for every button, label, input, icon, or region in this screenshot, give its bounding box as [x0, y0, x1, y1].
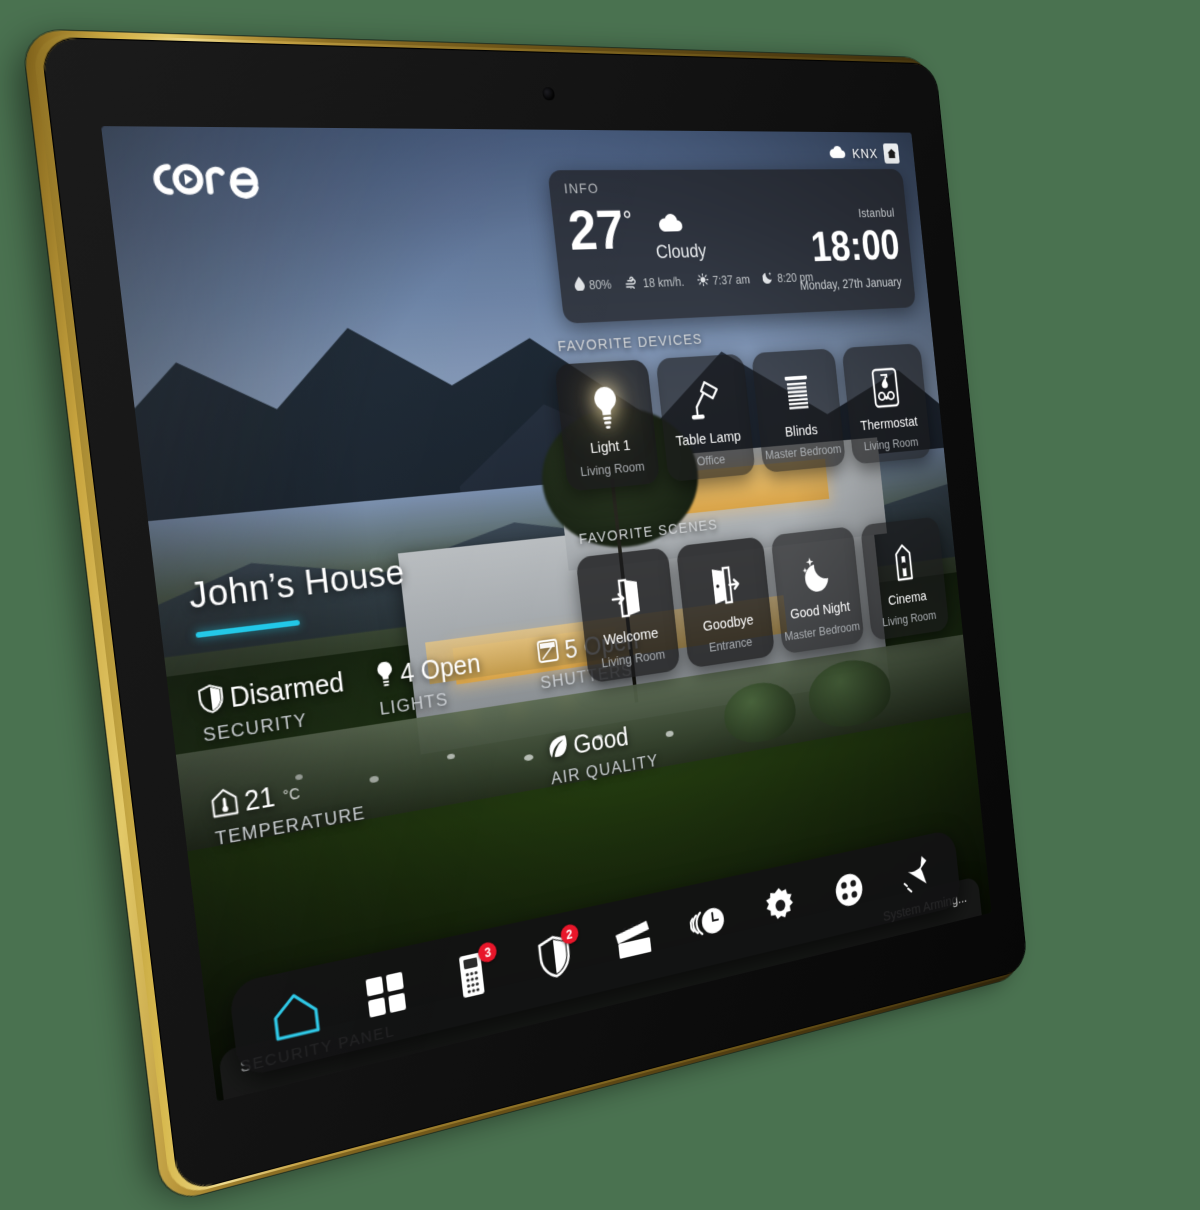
door-exit-icon	[707, 561, 742, 611]
leaf-icon	[546, 733, 569, 766]
title-accent-rule	[195, 620, 300, 638]
city-label: Istanbul	[858, 206, 896, 220]
clock-time: 18:00	[809, 224, 901, 268]
scene-tile-goodbye[interactable]: Goodbye Entrance	[676, 536, 775, 668]
scene-tile-room: Entrance	[708, 634, 753, 655]
grid-icon	[363, 969, 409, 1025]
bulb-icon	[374, 660, 396, 695]
weather-condition-icon	[657, 213, 685, 238]
device-tile-room: Living Room	[863, 434, 919, 453]
scene-tile-good-night[interactable]: Good Night Master Bedroom	[771, 526, 865, 654]
wind-stat: 18 km/h.	[625, 274, 685, 292]
device-tile-table-lamp[interactable]: Table Lamp Office	[655, 354, 755, 482]
status-temperature-value: 21	[243, 781, 277, 818]
blinds-icon	[782, 371, 814, 418]
scene-tile-name: Welcome	[603, 626, 659, 650]
dock-item-rooms[interactable]	[357, 964, 416, 1031]
degree-symbol: °	[622, 205, 634, 235]
scene-tile-name: Good Night	[790, 600, 851, 624]
device-tile-blinds[interactable]: Blinds Master Bedroom	[751, 348, 846, 473]
scene-tile-welcome[interactable]: Welcome Living Room	[576, 547, 681, 683]
device-tile-name: Light 1	[590, 438, 632, 458]
sun-icon	[697, 273, 710, 289]
page-title: John’s House	[186, 552, 406, 617]
scene-tile-name: Goodbye	[702, 613, 754, 636]
dock-item-vacuum[interactable]	[827, 863, 872, 920]
bulb-on-icon	[590, 383, 622, 433]
cloud-icon	[828, 145, 847, 163]
device-tile-room: Office	[696, 451, 726, 468]
bell-icon	[898, 852, 932, 901]
door-enter-icon	[608, 572, 645, 623]
house-box-icon[interactable]	[883, 143, 900, 163]
favorite-devices-list: Light 1 Living Room Table Lamp Office	[554, 343, 931, 491]
device-tile-name: Table Lamp	[675, 429, 742, 450]
wallpaper-flower	[369, 775, 379, 783]
device-tile-thermostat[interactable]: Thermostat Living Room	[842, 343, 932, 464]
status-temperature[interactable]: 21 °C TEMPERATURE	[210, 762, 393, 850]
dock-item-schedules[interactable]	[684, 894, 733, 954]
dock-item-security[interactable]: 2	[528, 927, 582, 990]
shield-icon	[197, 683, 225, 721]
wall-panel-device: KNX INFO 27° Cloudy	[41, 38, 1027, 1193]
thermostat-icon	[870, 365, 902, 411]
schedule-icon	[688, 899, 728, 948]
device-tile-room: Living Room	[580, 458, 646, 479]
device-tile-name: Blinds	[784, 423, 818, 441]
dock-item-notifications[interactable]	[894, 849, 937, 905]
clapperboard-icon	[612, 916, 654, 967]
shield-icon	[535, 931, 573, 986]
moon-icon	[798, 549, 834, 598]
badge-count: 2	[560, 923, 579, 946]
wallpaper-uplight-3	[550, 693, 583, 720]
thermometer-icon	[210, 787, 240, 824]
wallpaper-uplight-1	[451, 708, 486, 736]
wallpaper-flower	[595, 734, 603, 740]
gear-icon	[762, 883, 799, 933]
popcorn-icon	[890, 540, 917, 586]
status-security[interactable]: Disarmed SECURITY	[197, 662, 381, 747]
moon-icon	[762, 271, 774, 287]
clock-date: Monday, 27th January	[799, 275, 902, 293]
sunrise-stat: 7:37 am	[697, 271, 751, 288]
droplet-icon	[574, 277, 586, 294]
dock-item-scenes[interactable]	[607, 910, 658, 971]
scene: KNX INFO 27° Cloudy	[0, 0, 1200, 1200]
wallpaper-flower	[524, 754, 534, 762]
badge-count: 3	[478, 941, 498, 964]
status-air-quality[interactable]: Good AIR QUALITY	[546, 712, 699, 790]
dock-item-settings[interactable]	[757, 878, 804, 936]
home-icon	[269, 987, 322, 1048]
status-bar: KNX	[828, 143, 900, 164]
device-tile-room: Master Bedroom	[764, 441, 841, 462]
status-air-quality-value: Good	[572, 723, 630, 761]
device-tile-light-1[interactable]: Light 1 Living Room	[554, 359, 660, 491]
humidity-stat: 80%	[574, 276, 613, 294]
info-card[interactable]: INFO 27° Cloudy 80% 18 km/h.	[547, 169, 916, 324]
wind-icon	[625, 275, 640, 291]
scene-tile-room: Living Room	[882, 607, 937, 628]
weather-condition: Cloudy	[655, 241, 708, 264]
scene-tile-cinema[interactable]: Cinema Living Room	[860, 516, 949, 641]
desk-lamp-icon	[685, 376, 724, 425]
home-status-row: 21 °C TEMPERATURE Good	[210, 712, 700, 851]
scene-tile-room: Living Room	[601, 646, 666, 670]
device-tile-name: Thermostat	[860, 415, 918, 435]
robot-vacuum-icon	[832, 868, 867, 916]
scene-tile-name: Cinema	[887, 589, 927, 609]
protocol-label: KNX	[851, 146, 878, 162]
wallpaper-uplight-2	[501, 700, 535, 727]
